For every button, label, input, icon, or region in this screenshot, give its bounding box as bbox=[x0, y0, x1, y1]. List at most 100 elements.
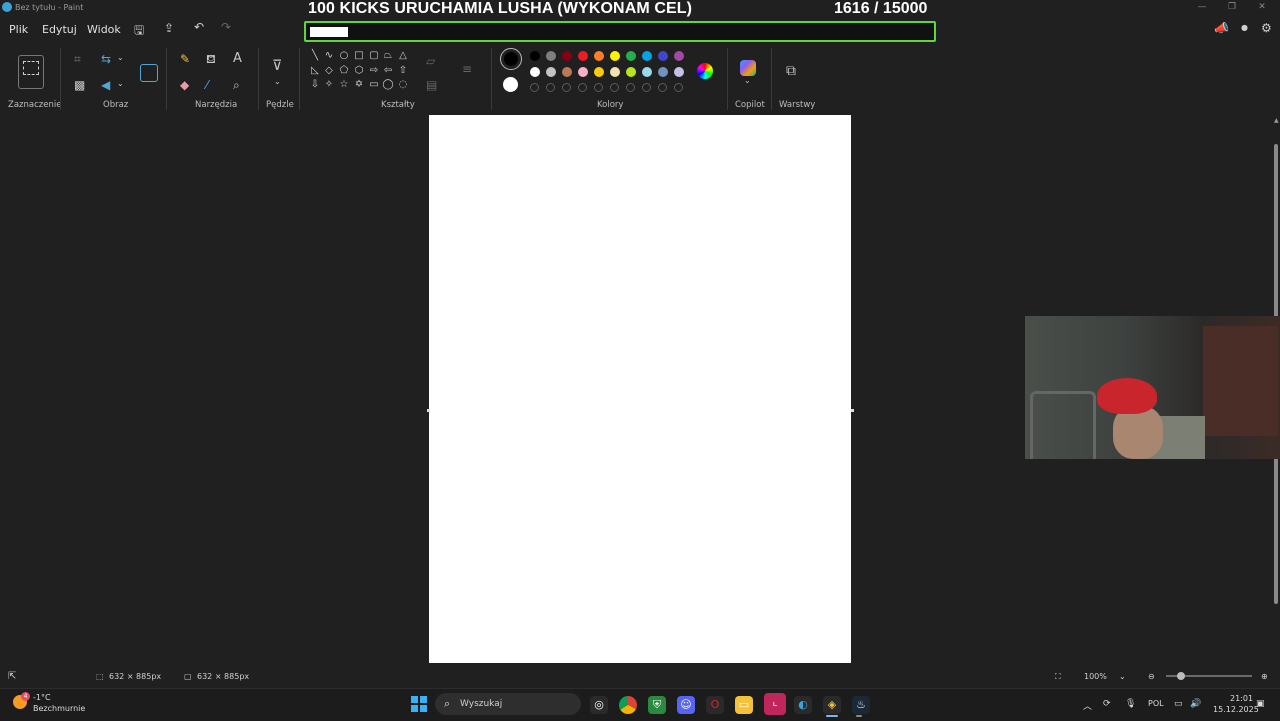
right-triangle-shape-icon[interactable]: ◺ bbox=[308, 65, 322, 76]
drawing-canvas[interactable] bbox=[429, 115, 851, 663]
canvas-resize-handle-left[interactable] bbox=[427, 409, 430, 412]
chevron-down-icon[interactable]: ⌄ bbox=[744, 76, 751, 85]
chevron-down-icon[interactable]: ⌄ bbox=[274, 77, 281, 86]
paint-taskbar-icon[interactable]: ◐ bbox=[794, 696, 812, 714]
oval-shape-icon[interactable]: ○ bbox=[337, 50, 351, 61]
color-swatch[interactable] bbox=[530, 51, 540, 61]
color-swatch[interactable] bbox=[546, 51, 556, 61]
redo-icon[interactable]: ↷ bbox=[221, 20, 231, 34]
weather-temperature[interactable]: -1°C bbox=[33, 693, 51, 702]
color-swatch[interactable] bbox=[626, 67, 636, 77]
custom-color-icon[interactable] bbox=[697, 63, 713, 79]
close-icon[interactable]: ✕ bbox=[1252, 2, 1272, 12]
zoom-out-icon[interactable]: ⊖ bbox=[1148, 672, 1155, 681]
zoom-dropdown-icon[interactable]: ⌄ bbox=[1119, 672, 1126, 681]
custom-color-slot[interactable] bbox=[658, 83, 667, 92]
color-swatch[interactable] bbox=[642, 67, 652, 77]
clock-time[interactable]: 21:01 bbox=[1230, 694, 1253, 703]
color-swatch[interactable] bbox=[594, 67, 604, 77]
color-swatch[interactable] bbox=[562, 51, 572, 61]
opera-icon[interactable]: O bbox=[706, 696, 724, 714]
five-point-star-shape-icon[interactable]: ☆ bbox=[337, 79, 351, 90]
color-swatch[interactable] bbox=[610, 51, 620, 61]
text-tool-icon[interactable]: A bbox=[233, 51, 242, 66]
curve-shape-icon[interactable]: ∿ bbox=[322, 50, 336, 61]
crop-icon[interactable]: ⌗ bbox=[74, 52, 81, 67]
account-icon[interactable]: ● bbox=[1241, 23, 1248, 32]
color-swatch[interactable] bbox=[658, 67, 668, 77]
discord-icon[interactable]: ☺ bbox=[677, 696, 695, 714]
color-picker-icon[interactable]: ⁄ bbox=[206, 78, 208, 92]
hexagon-shape-icon[interactable]: ⬡ bbox=[352, 65, 366, 76]
sync-icon[interactable]: ⟳ bbox=[1103, 699, 1111, 709]
pencil-icon[interactable]: ✎ bbox=[180, 52, 190, 66]
color-swatch[interactable] bbox=[546, 67, 556, 77]
magnifier-icon[interactable]: ⌕ bbox=[233, 78, 240, 93]
steam-icon[interactable]: ♨ bbox=[852, 696, 870, 714]
custom-color-slot[interactable] bbox=[610, 83, 619, 92]
selection-button[interactable] bbox=[18, 55, 44, 89]
custom-color-slot[interactable] bbox=[546, 83, 555, 92]
obs-icon[interactable]: ◎ bbox=[590, 696, 608, 714]
microphone-icon[interactable]: 🎙 bbox=[1125, 699, 1136, 709]
shield-app-icon[interactable]: ⛨ bbox=[648, 696, 666, 714]
shape-size-icon[interactable]: ≡ bbox=[462, 62, 472, 76]
menu-file[interactable]: Plik bbox=[9, 23, 28, 36]
rotate-icon[interactable]: ◀ bbox=[101, 78, 110, 92]
rounded-rectangle-shape-icon[interactable]: ▢ bbox=[367, 50, 381, 61]
chevron-down-icon[interactable]: ⌄ bbox=[117, 79, 124, 88]
triangle-shape-icon[interactable]: △ bbox=[396, 50, 410, 61]
color-swatch[interactable] bbox=[674, 51, 684, 61]
zoom-in-icon[interactable]: ⊕ bbox=[1261, 672, 1268, 681]
taskbar-app-icon[interactable]: ◈ bbox=[823, 696, 841, 714]
image-creator-icon[interactable] bbox=[140, 64, 158, 82]
polygon-shape-icon[interactable]: ⏢ bbox=[381, 50, 395, 61]
tray-overflow-icon[interactable]: ︿ bbox=[1083, 699, 1092, 712]
copilot-icon[interactable] bbox=[740, 60, 756, 76]
color-swatch[interactable] bbox=[610, 67, 620, 77]
six-point-star-shape-icon[interactable]: ✡ bbox=[352, 79, 366, 90]
diamond-shape-icon[interactable]: ◇ bbox=[322, 65, 336, 76]
undo-icon[interactable]: ↶ bbox=[194, 20, 204, 34]
pentagon-shape-icon[interactable]: ⬠ bbox=[337, 65, 351, 76]
color-swatch[interactable] bbox=[530, 67, 540, 77]
eraser-icon[interactable]: ◆ bbox=[180, 78, 189, 92]
chrome-icon[interactable] bbox=[619, 696, 637, 714]
color-swatch[interactable] bbox=[578, 51, 588, 61]
fit-to-window-icon[interactable]: ⛶ bbox=[1055, 672, 1061, 682]
menu-edit[interactable]: Edytuj bbox=[42, 23, 77, 36]
color-swatch[interactable] bbox=[578, 67, 588, 77]
color-swatch[interactable] bbox=[562, 67, 572, 77]
line-shape-icon[interactable]: ╲ bbox=[308, 50, 322, 61]
custom-color-slot[interactable] bbox=[530, 83, 539, 92]
volume-icon[interactable]: 🔊 bbox=[1190, 699, 1201, 709]
background-remove-icon[interactable]: ▩ bbox=[74, 78, 85, 92]
custom-color-slot[interactable] bbox=[594, 83, 603, 92]
color-swatch[interactable] bbox=[658, 51, 668, 61]
custom-color-slot[interactable] bbox=[626, 83, 635, 92]
custom-color-slot[interactable] bbox=[578, 83, 587, 92]
right-arrow-shape-icon[interactable]: ⇨ bbox=[367, 65, 381, 76]
chevron-down-icon[interactable]: ⌄ bbox=[117, 53, 124, 62]
shape-fill-icon[interactable]: ▤ bbox=[426, 78, 437, 92]
canvas-resize-handle-right[interactable] bbox=[851, 409, 854, 412]
taskbar-search-box[interactable] bbox=[435, 693, 581, 715]
four-point-star-shape-icon[interactable]: ✧ bbox=[322, 79, 336, 90]
left-arrow-shape-icon[interactable]: ⇦ bbox=[381, 65, 395, 76]
notifications-icon[interactable]: ▣ bbox=[1256, 699, 1265, 709]
app-kick-icon[interactable]: ⌞ bbox=[764, 693, 786, 715]
zoom-slider-thumb[interactable] bbox=[1177, 672, 1185, 680]
callout-oval-shape-icon[interactable]: ◯ bbox=[381, 79, 395, 90]
primary-color-ring[interactable] bbox=[500, 48, 522, 70]
share-icon[interactable]: ⇪ bbox=[164, 21, 174, 35]
file-explorer-icon[interactable]: ▭ bbox=[735, 696, 753, 714]
scroll-up-icon[interactable]: ▲ bbox=[1274, 117, 1279, 124]
network-icon[interactable]: ▭ bbox=[1174, 699, 1183, 709]
custom-color-slot[interactable] bbox=[642, 83, 651, 92]
restore-icon[interactable]: ❐ bbox=[1222, 2, 1242, 12]
callout-rect-shape-icon[interactable]: ▭ bbox=[367, 79, 381, 90]
callout-cloud-shape-icon[interactable]: ◌ bbox=[396, 79, 410, 90]
clock-date[interactable]: 15.12.2025 bbox=[1213, 705, 1259, 714]
minimize-icon[interactable]: — bbox=[1192, 2, 1212, 12]
custom-color-slot[interactable] bbox=[562, 83, 571, 92]
